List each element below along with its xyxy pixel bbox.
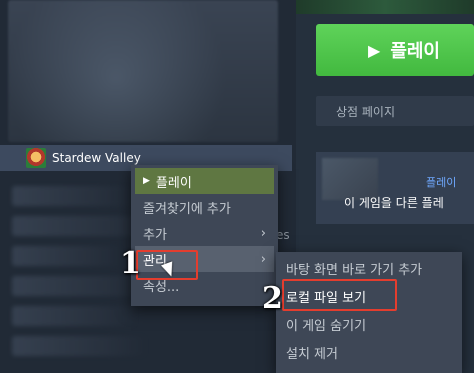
menu-item-play[interactable]: ▶ 플레이 <box>135 168 274 194</box>
submenu-item-label: 바탕 화면 바로 가기 추가 <box>286 262 423 278</box>
store-page-label: 상점 페이지 <box>336 104 396 119</box>
menu-item-label: 플레이 <box>155 175 192 191</box>
play-triangle-icon: ▶ <box>143 176 150 186</box>
menu-item-add-favorite[interactable]: 즐겨찾기에 추가 <box>135 194 274 220</box>
game-name: Stardew Valley <box>52 151 141 165</box>
play-button[interactable]: ▶ 플레이 <box>316 24 474 76</box>
play-icon: ▶ <box>368 40 381 60</box>
stardew-valley-icon <box>26 148 46 168</box>
menu-item-label: 즐겨찾기에 추가 <box>143 201 231 217</box>
friends-link[interactable]: 플레이 <box>426 174 456 190</box>
game-context-menu: ▶ 플레이 즐겨찾기에 추가 추가 › 관리 › 속성... <box>131 165 278 306</box>
list-item[interactable] <box>12 336 147 356</box>
game-artwork-tile[interactable] <box>8 0 278 142</box>
step-number-1: 1 <box>120 246 141 281</box>
list-item[interactable] <box>12 306 137 326</box>
partial-text: es <box>276 228 290 242</box>
chevron-right-icon: › <box>260 225 266 241</box>
step-number-2: 2 <box>262 281 283 316</box>
menu-item-add[interactable]: 추가 › <box>135 220 274 246</box>
submenu-item-label: 이 게임 숨기기 <box>286 318 367 334</box>
submenu-item-hide-game[interactable]: 이 게임 숨기기 <box>276 310 462 338</box>
list-item[interactable] <box>12 186 132 206</box>
menu-item-label: 추가 <box>143 227 167 243</box>
submenu-item-uninstall[interactable]: 설치 제거 <box>276 338 462 366</box>
play-button-label: 플레이 <box>390 41 440 62</box>
callout-box-local-files <box>282 279 397 311</box>
submenu-item-label: 설치 제거 <box>286 346 338 362</box>
friends-description: 이 게임을 다른 플레 <box>344 196 444 210</box>
store-page-button[interactable]: 상점 페이지 <box>316 96 474 126</box>
manage-submenu: 바탕 화면 바로 가기 추가 로컬 파일 보기 이 게임 숨기기 설치 제거 <box>276 252 462 373</box>
submenu-item-desktop-shortcut[interactable]: 바탕 화면 바로 가기 추가 <box>276 254 462 282</box>
list-item[interactable] <box>12 246 122 266</box>
hero-banner <box>296 0 474 14</box>
friends-playing-panel: 플레이 이 게임을 다른 플레 <box>316 152 474 224</box>
chevron-right-icon: › <box>260 251 266 267</box>
